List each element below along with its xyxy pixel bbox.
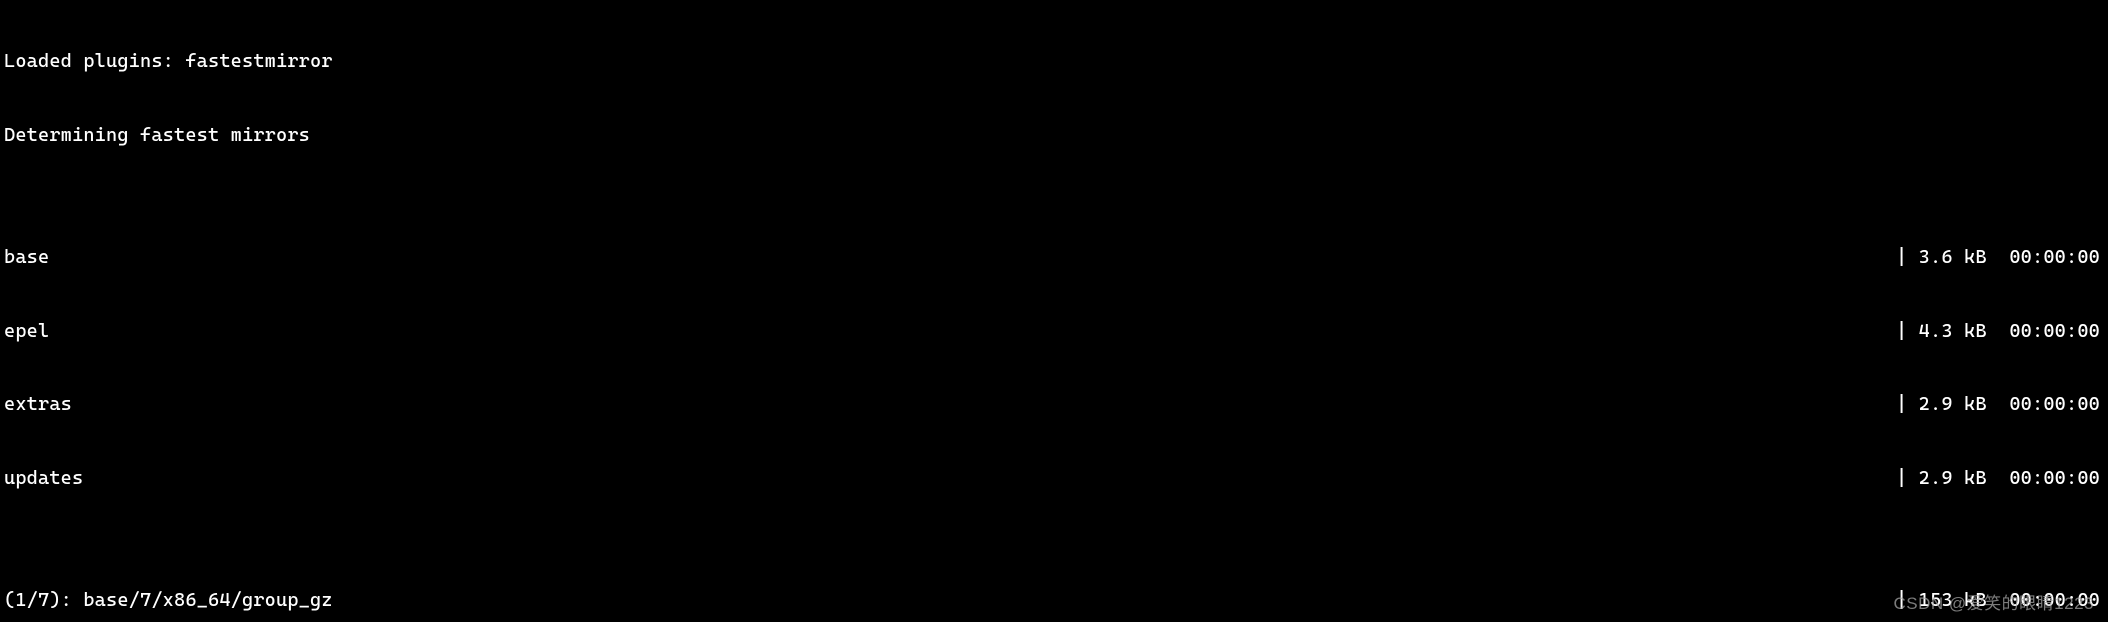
repo-row: epel | 4.3 kB 00:00:00 [4, 319, 2108, 344]
repo-stats: | 3.6 kB 00:00:00 [1896, 245, 2108, 270]
line-plugins: Loaded plugins: fastestmirror [4, 49, 2108, 74]
line-determining: Determining fastest mirrors [4, 123, 2108, 148]
repo-stats: | 2.9 kB 00:00:00 [1896, 392, 2108, 417]
repo-stats: | 4.3 kB 00:00:00 [1896, 319, 2108, 344]
repo-row: extras | 2.9 kB 00:00:00 [4, 392, 2108, 417]
download-row: (1/7): base/7/x86_64/group_gz | 153 kB 0… [4, 588, 2108, 613]
repo-stats: | 2.9 kB 00:00:00 [1896, 466, 2108, 491]
watermark-text: CSDN @爱笑的眼睛1223 [1894, 592, 2094, 617]
repo-name: base [4, 245, 49, 270]
repo-row: updates | 2.9 kB 00:00:00 [4, 466, 2108, 491]
download-label: (1/7): base/7/x86_64/group_gz [4, 588, 333, 613]
repo-name: extras [4, 392, 72, 417]
repo-name: epel [4, 319, 49, 344]
repo-row: base | 3.6 kB 00:00:00 [4, 245, 2108, 270]
terminal-output: Loaded plugins: fastestmirror Determinin… [0, 0, 2108, 622]
repo-name: updates [4, 466, 83, 491]
